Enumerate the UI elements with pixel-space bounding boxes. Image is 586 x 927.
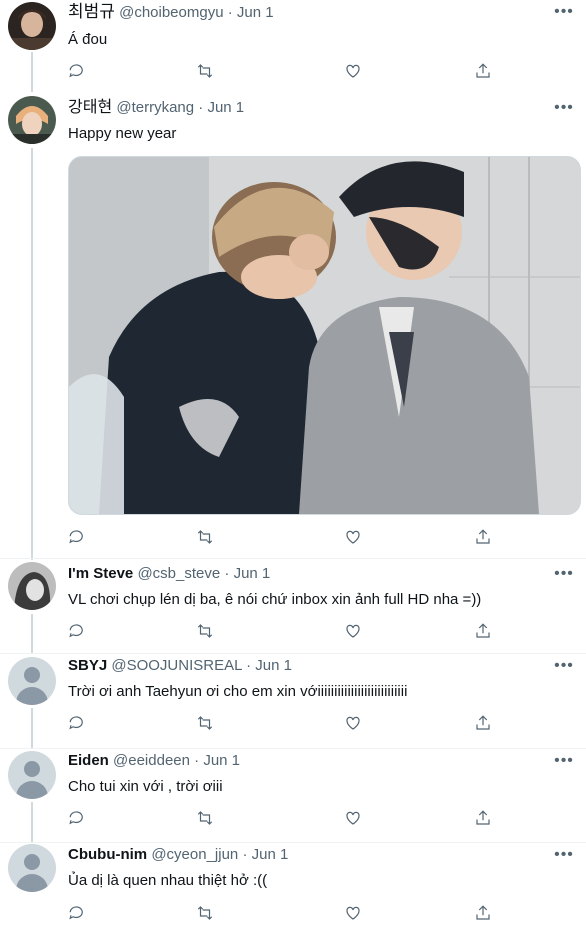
reply-icon[interactable] <box>68 904 88 924</box>
more-options-icon[interactable]: ••• <box>554 566 574 588</box>
tweet[interactable]: 최범규 @choibeomgyu · Jun 1 ••• Á đou <box>0 0 586 92</box>
handle[interactable]: @eeiddeen <box>113 752 190 769</box>
timestamp[interactable]: Jun 1 <box>255 657 292 674</box>
like-icon[interactable] <box>344 904 364 924</box>
display-name[interactable]: SBYJ <box>68 657 107 674</box>
timestamp[interactable]: Jun 1 <box>203 752 240 769</box>
tweet-text: Á đou <box>68 31 108 48</box>
more-options-icon[interactable]: ••• <box>554 753 574 775</box>
display-name[interactable]: 강태현 <box>68 99 112 116</box>
tweet-text: VL chơi chụp lén dị ba, ê nói chứ inbox … <box>68 591 482 608</box>
display-name[interactable]: Eiden <box>68 752 109 769</box>
action-bar <box>68 622 508 642</box>
more-options-icon[interactable]: ••• <box>554 4 574 26</box>
retweet-icon[interactable] <box>196 809 216 829</box>
retweet-icon[interactable] <box>196 622 216 642</box>
like-icon[interactable] <box>344 714 364 734</box>
timestamp[interactable]: Jun 1 <box>237 4 274 21</box>
share-icon[interactable] <box>474 622 494 642</box>
separator: · <box>241 657 256 674</box>
handle[interactable]: @choibeomgyu <box>119 4 223 21</box>
retweet-icon[interactable] <box>196 62 216 82</box>
like-icon[interactable] <box>344 809 364 829</box>
retweet-icon[interactable] <box>196 904 216 924</box>
tweet-text: Trời ơi anh Taehyun ơi cho em xin vớiiii… <box>68 683 408 700</box>
reply-icon[interactable] <box>68 622 88 642</box>
share-icon[interactable] <box>474 904 494 924</box>
handle[interactable]: @csb_steve <box>137 565 220 582</box>
avatar[interactable] <box>8 562 56 610</box>
reply-icon[interactable] <box>68 528 88 548</box>
timestamp[interactable]: Jun 1 <box>252 846 289 863</box>
handle[interactable]: @terrykang <box>116 99 194 116</box>
action-bar <box>68 62 508 82</box>
separator: · <box>238 846 252 863</box>
avatar[interactable] <box>8 2 56 50</box>
separator: · <box>220 565 234 582</box>
reply-icon[interactable] <box>68 714 88 734</box>
default-avatar-icon[interactable] <box>8 844 56 892</box>
more-options-icon[interactable]: ••• <box>554 658 574 680</box>
retweet-icon[interactable] <box>196 714 216 734</box>
tweet-text: Ủa dị là quen nhau thiệt hở :(( <box>68 872 268 889</box>
separator: · <box>223 4 237 21</box>
retweet-icon[interactable] <box>196 528 216 548</box>
tweet-header: Eiden @eeiddeen · Jun 1 <box>68 751 240 771</box>
share-icon[interactable] <box>474 809 494 829</box>
tweet-header: SBYJ @SOOJUNISREAL · Jun 1 <box>68 656 292 676</box>
separator: · <box>194 99 208 116</box>
avatar[interactable] <box>8 96 56 144</box>
reply-icon[interactable] <box>68 809 88 829</box>
share-icon[interactable] <box>474 528 494 548</box>
tweet-header: I'm Steve @csb_steve · Jun 1 <box>68 564 270 584</box>
default-avatar-icon[interactable] <box>8 657 56 705</box>
timestamp[interactable]: Jun 1 <box>234 565 271 582</box>
like-icon[interactable] <box>344 62 364 82</box>
share-icon[interactable] <box>474 62 494 82</box>
reply-icon[interactable] <box>68 62 88 82</box>
tweet[interactable]: Eiden @eeiddeen · Jun 1 ••• Cho tui xin … <box>0 749 586 843</box>
like-icon[interactable] <box>344 622 364 642</box>
share-icon[interactable] <box>474 714 494 734</box>
tweet-header: Cbubu-nim @cyeon_jjun · Jun 1 <box>68 845 288 865</box>
default-avatar-icon[interactable] <box>8 751 56 799</box>
tweet[interactable]: I'm Steve @csb_steve · Jun 1 ••• VL chơi… <box>0 559 586 653</box>
tweet[interactable]: Cbubu-nim @cyeon_jjun · Jun 1 ••• Ủa dị … <box>0 843 586 924</box>
handle[interactable]: @cyeon_jjun <box>151 846 238 863</box>
display-name[interactable]: I'm Steve <box>68 565 133 582</box>
display-name[interactable]: Cbubu-nim <box>68 846 147 863</box>
tweet[interactable]: SBYJ @SOOJUNISREAL · Jun 1 ••• Trời ơi a… <box>0 654 586 748</box>
tweet-text: Cho tui xin với , trời ơiii <box>68 778 223 795</box>
like-icon[interactable] <box>344 528 364 548</box>
separator: · <box>189 752 204 769</box>
tweet-header: 강태현 @terrykang · Jun 1 <box>68 98 244 118</box>
tweet-header: 최범규 @choibeomgyu · Jun 1 <box>68 2 274 23</box>
action-bar <box>68 904 508 924</box>
more-options-icon[interactable]: ••• <box>554 847 574 869</box>
tweet-text: Happy new year <box>68 125 177 142</box>
display-name[interactable]: 최범규 <box>68 2 115 21</box>
action-bar <box>68 528 508 548</box>
tweet-media-photo[interactable] <box>68 156 581 515</box>
handle[interactable]: @SOOJUNISREAL <box>111 657 242 674</box>
tweet[interactable]: 강태현 @terrykang · Jun 1 ••• Happy new yea… <box>0 92 586 558</box>
action-bar <box>68 809 508 829</box>
action-bar <box>68 714 508 734</box>
timestamp[interactable]: Jun 1 <box>207 99 244 116</box>
more-options-icon[interactable]: ••• <box>554 100 574 122</box>
